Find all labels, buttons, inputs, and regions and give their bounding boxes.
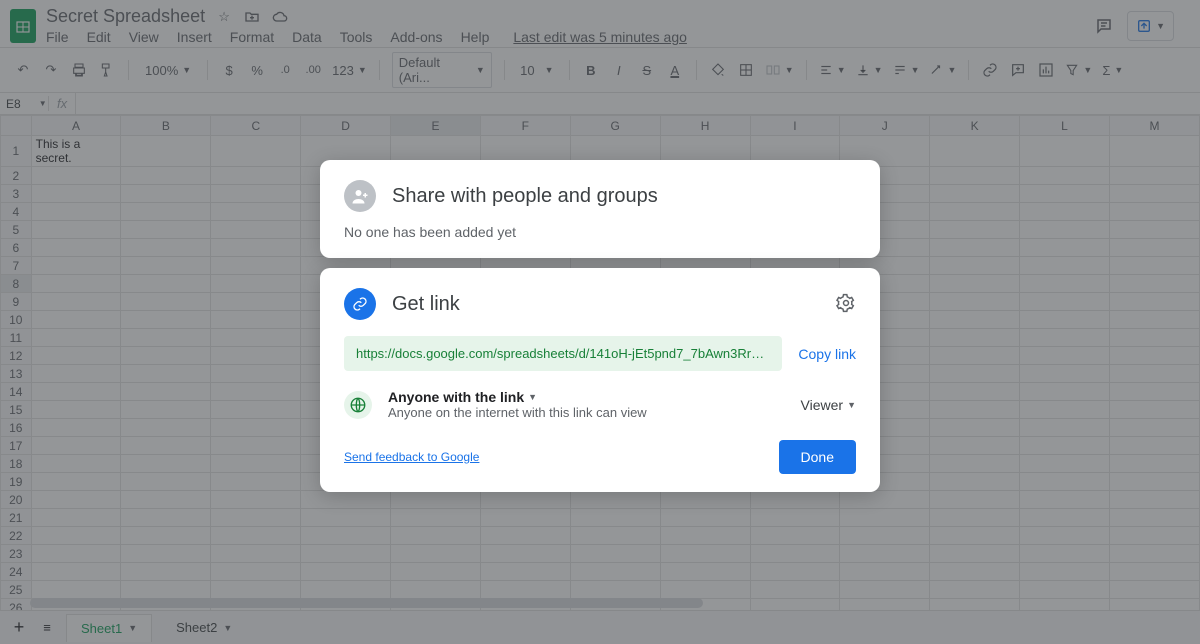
get-link-card: Get link https://docs.google.com/spreads… [320,268,880,492]
role-dropdown[interactable]: Viewer▼ [801,397,856,413]
permission-description: Anyone on the internet with this link ca… [388,405,647,420]
gear-icon[interactable] [836,293,856,316]
globe-icon [344,391,372,419]
link-icon [344,288,376,320]
done-button[interactable]: Done [779,440,856,474]
share-url[interactable]: https://docs.google.com/spreadsheets/d/1… [344,336,782,371]
getlink-title: Get link [392,293,460,316]
copy-link-button[interactable]: Copy link [798,346,856,362]
modal-overlay: Share with people and groups No one has … [0,0,1200,644]
share-title: Share with people and groups [392,185,658,208]
share-people-card: Share with people and groups No one has … [320,160,880,258]
share-subtitle: No one has been added yet [344,224,856,240]
person-add-icon [344,180,376,212]
permission-scope-dropdown[interactable]: Anyone with the link▼ [388,389,647,405]
feedback-link[interactable]: Send feedback to Google [344,450,479,464]
